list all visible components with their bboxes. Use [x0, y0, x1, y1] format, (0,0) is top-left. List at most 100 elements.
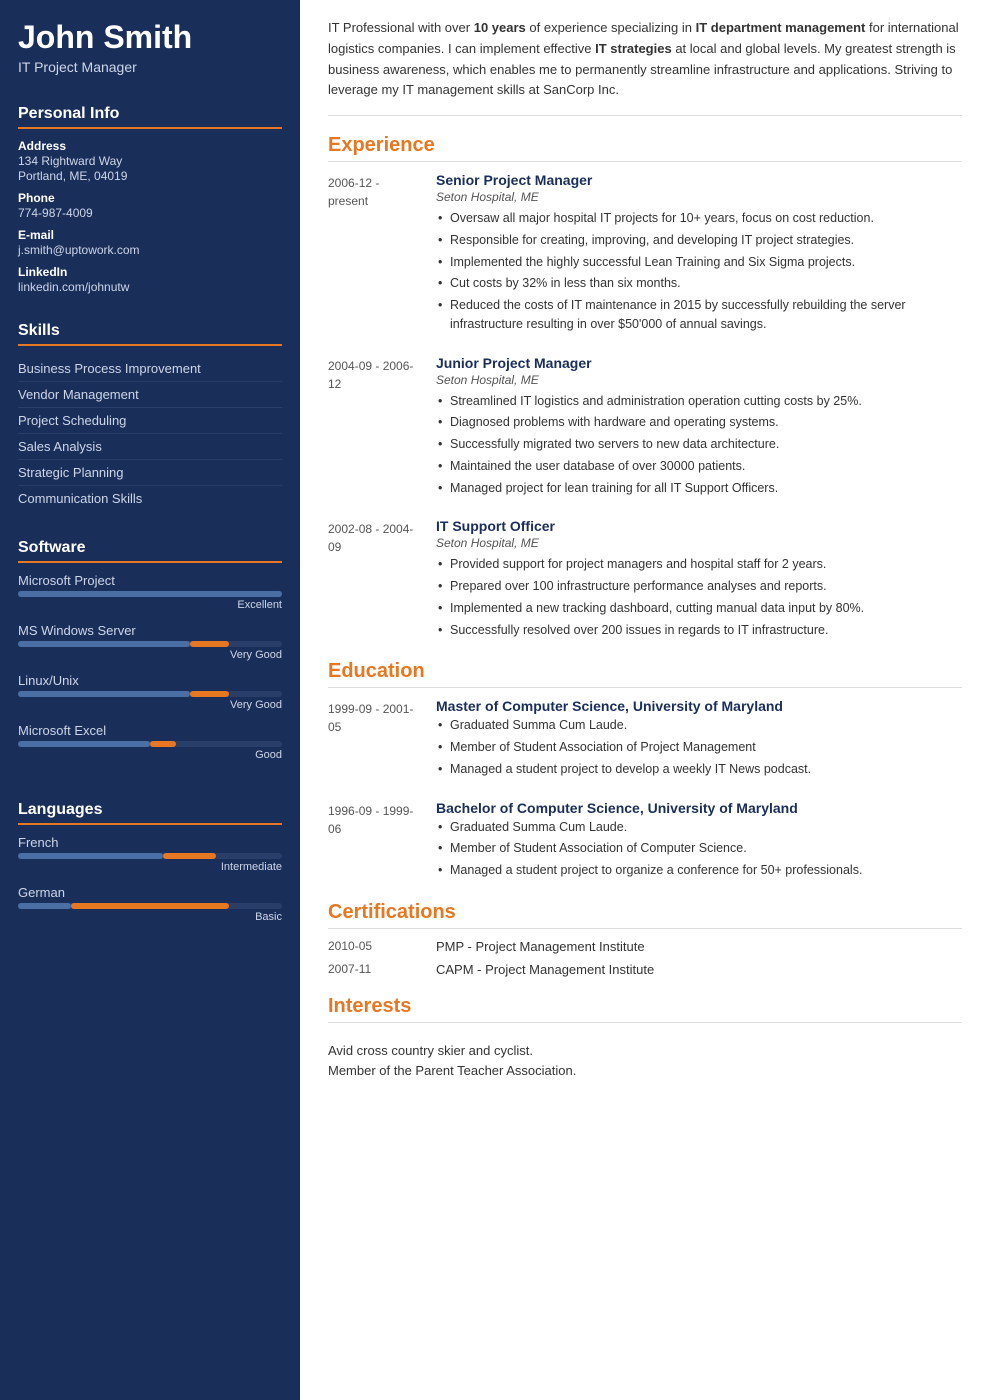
entry-content: IT Support OfficerSeton Hospital, MEProv…: [436, 518, 962, 642]
cert-date: 2010-05: [328, 939, 418, 954]
software-item: Linux/Unix Very Good: [18, 673, 282, 711]
language-name: French: [18, 835, 282, 850]
linkedin-value: linkedin.com/johnutw: [18, 280, 282, 294]
phone-value: 774-987-4009: [18, 206, 282, 220]
cert-date: 2007-11: [328, 962, 418, 977]
interest-item: Member of the Parent Teacher Association…: [328, 1063, 962, 1078]
resume-container: John Smith IT Project Manager Personal I…: [0, 0, 990, 1400]
interests-list: Avid cross country skier and cyclist. Mem…: [328, 1033, 962, 1078]
address-line1: 134 Rightward Way: [18, 154, 282, 168]
skills-heading: Skills: [18, 322, 282, 346]
language-name: German: [18, 885, 282, 900]
education-section: Education 1999-09 - 2001-05Master of Com…: [328, 660, 962, 883]
bar-fill: [18, 591, 282, 597]
bar-container: [18, 591, 282, 597]
bullet-item: Implemented a new tracking dashboard, cu…: [436, 599, 962, 618]
software-name: Linux/Unix: [18, 673, 282, 688]
experience-section: Experience 2006-12 - presentSenior Proje…: [328, 134, 962, 642]
entry-bullets: Streamlined IT logistics and administrat…: [436, 392, 962, 498]
bullet-item: Reduced the costs of IT maintenance in 2…: [436, 296, 962, 334]
candidate-title: IT Project Manager: [18, 59, 282, 75]
entry-date: 1996-09 - 1999-06: [328, 800, 418, 883]
bar-fill: [18, 903, 71, 909]
entry-title: Senior Project Manager: [436, 172, 962, 188]
bullet-item: Managed a student project to organize a …: [436, 861, 962, 880]
linkedin-label: LinkedIn: [18, 265, 282, 279]
interest-item: Avid cross country skier and cyclist.: [328, 1043, 962, 1058]
main-content: IT Professional with over 10 years of ex…: [300, 0, 990, 1400]
software-name: Microsoft Excel: [18, 723, 282, 738]
bar-fill: [18, 691, 190, 697]
skill-item: Strategic Planning: [18, 460, 282, 486]
certifications-list: 2010-05 PMP - Project Management Institut…: [328, 939, 962, 977]
skill-item: Communication Skills: [18, 486, 282, 511]
languages-section: Languages French Intermediate German Basic: [0, 801, 300, 949]
cert-entry: 2007-11CAPM - Project Management Institu…: [328, 962, 962, 977]
bullet-item: Diagnosed problems with hardware and ope…: [436, 413, 962, 432]
skills-list: Business Process ImprovementVendor Manag…: [18, 356, 282, 511]
entry-content: Master of Computer Science, University o…: [436, 698, 962, 781]
bullet-item: Responsible for creating, improving, and…: [436, 231, 962, 250]
bar-label: Intermediate: [18, 861, 282, 873]
software-section: Software Microsoft Project Excellent MS Wi…: [0, 539, 300, 787]
interests-heading: Interests: [328, 995, 962, 1023]
email-label: E-mail: [18, 228, 282, 242]
entry-content: Junior Project ManagerSeton Hospital, ME…: [436, 355, 962, 501]
bullet-item: Successfully resolved over 200 issues in…: [436, 621, 962, 640]
experience-heading: Experience: [328, 134, 962, 162]
bullet-item: Graduated Summa Cum Laude.: [436, 716, 962, 735]
bar-label: Very Good: [18, 699, 282, 711]
personal-info-section: Personal Info Address 134 Rightward Way …: [0, 105, 300, 308]
bar-label: Good: [18, 749, 282, 761]
bar-accent: [190, 691, 230, 697]
bar-label: Basic: [18, 911, 282, 923]
entry-title: IT Support Officer: [436, 518, 962, 534]
email-value: j.smith@uptowork.com: [18, 243, 282, 257]
bullet-item: Graduated Summa Cum Laude.: [436, 818, 962, 837]
entry-content: Senior Project ManagerSeton Hospital, ME…: [436, 172, 962, 337]
software-item: Microsoft Excel Good: [18, 723, 282, 761]
bullet-item: Managed project for lean training for al…: [436, 479, 962, 498]
entry-bullets: Graduated Summa Cum Laude. Member of Stud…: [436, 716, 962, 778]
experience-entry: 2004-09 - 2006-12Junior Project ManagerS…: [328, 355, 962, 501]
experience-entry: 2006-12 - presentSenior Project ManagerS…: [328, 172, 962, 337]
entry-date: 2002-08 - 2004-09: [328, 518, 418, 642]
skill-item: Sales Analysis: [18, 434, 282, 460]
software-name: Microsoft Project: [18, 573, 282, 588]
sidebar: John Smith IT Project Manager Personal I…: [0, 0, 300, 1400]
entry-title: Master of Computer Science, University o…: [436, 698, 962, 714]
software-heading: Software: [18, 539, 282, 563]
bar-container: [18, 691, 282, 697]
personal-info-heading: Personal Info: [18, 105, 282, 129]
cert-name: PMP - Project Management Institute: [436, 939, 645, 954]
candidate-name: John Smith: [18, 20, 282, 55]
entry-title: Junior Project Manager: [436, 355, 962, 371]
bar-container: [18, 741, 282, 747]
cert-entry: 2010-05 PMP - Project Management Institut…: [328, 939, 962, 954]
bar-fill: [18, 853, 163, 859]
language-item: German Basic: [18, 885, 282, 923]
entry-content: Bachelor of Computer Science, University…: [436, 800, 962, 883]
experience-list: 2006-12 - presentSenior Project ManagerS…: [328, 172, 962, 642]
skill-item: Business Process Improvement: [18, 356, 282, 382]
languages-heading: Languages: [18, 801, 282, 825]
education-entry: 1996-09 - 1999-06Bachelor of Computer Sc…: [328, 800, 962, 883]
bar-container: [18, 853, 282, 859]
software-item: MS Windows ServerVery Good: [18, 623, 282, 661]
skill-item: Project Scheduling: [18, 408, 282, 434]
entry-bullets: Provided support for project managers an…: [436, 555, 962, 639]
software-name: MS Windows Server: [18, 623, 282, 638]
bar-label: Excellent: [18, 599, 282, 611]
bullet-item: Successfully migrated two servers to new…: [436, 435, 962, 454]
bullet-item: Prepared over 100 infrastructure perform…: [436, 577, 962, 596]
education-heading: Education: [328, 660, 962, 688]
bullet-item: Managed a student project to develop a w…: [436, 760, 962, 779]
bar-accent: [163, 853, 216, 859]
bar-accent: [190, 641, 230, 647]
summary-text: IT Professional with over 10 years of ex…: [328, 18, 962, 116]
experience-entry: 2002-08 - 2004-09IT Support OfficerSeton…: [328, 518, 962, 642]
bar-container: [18, 903, 282, 909]
bullet-item: Member of Student Association of Project…: [436, 738, 962, 757]
bar-accent: [71, 903, 229, 909]
education-entry: 1999-09 - 2001-05Master of Computer Scie…: [328, 698, 962, 781]
